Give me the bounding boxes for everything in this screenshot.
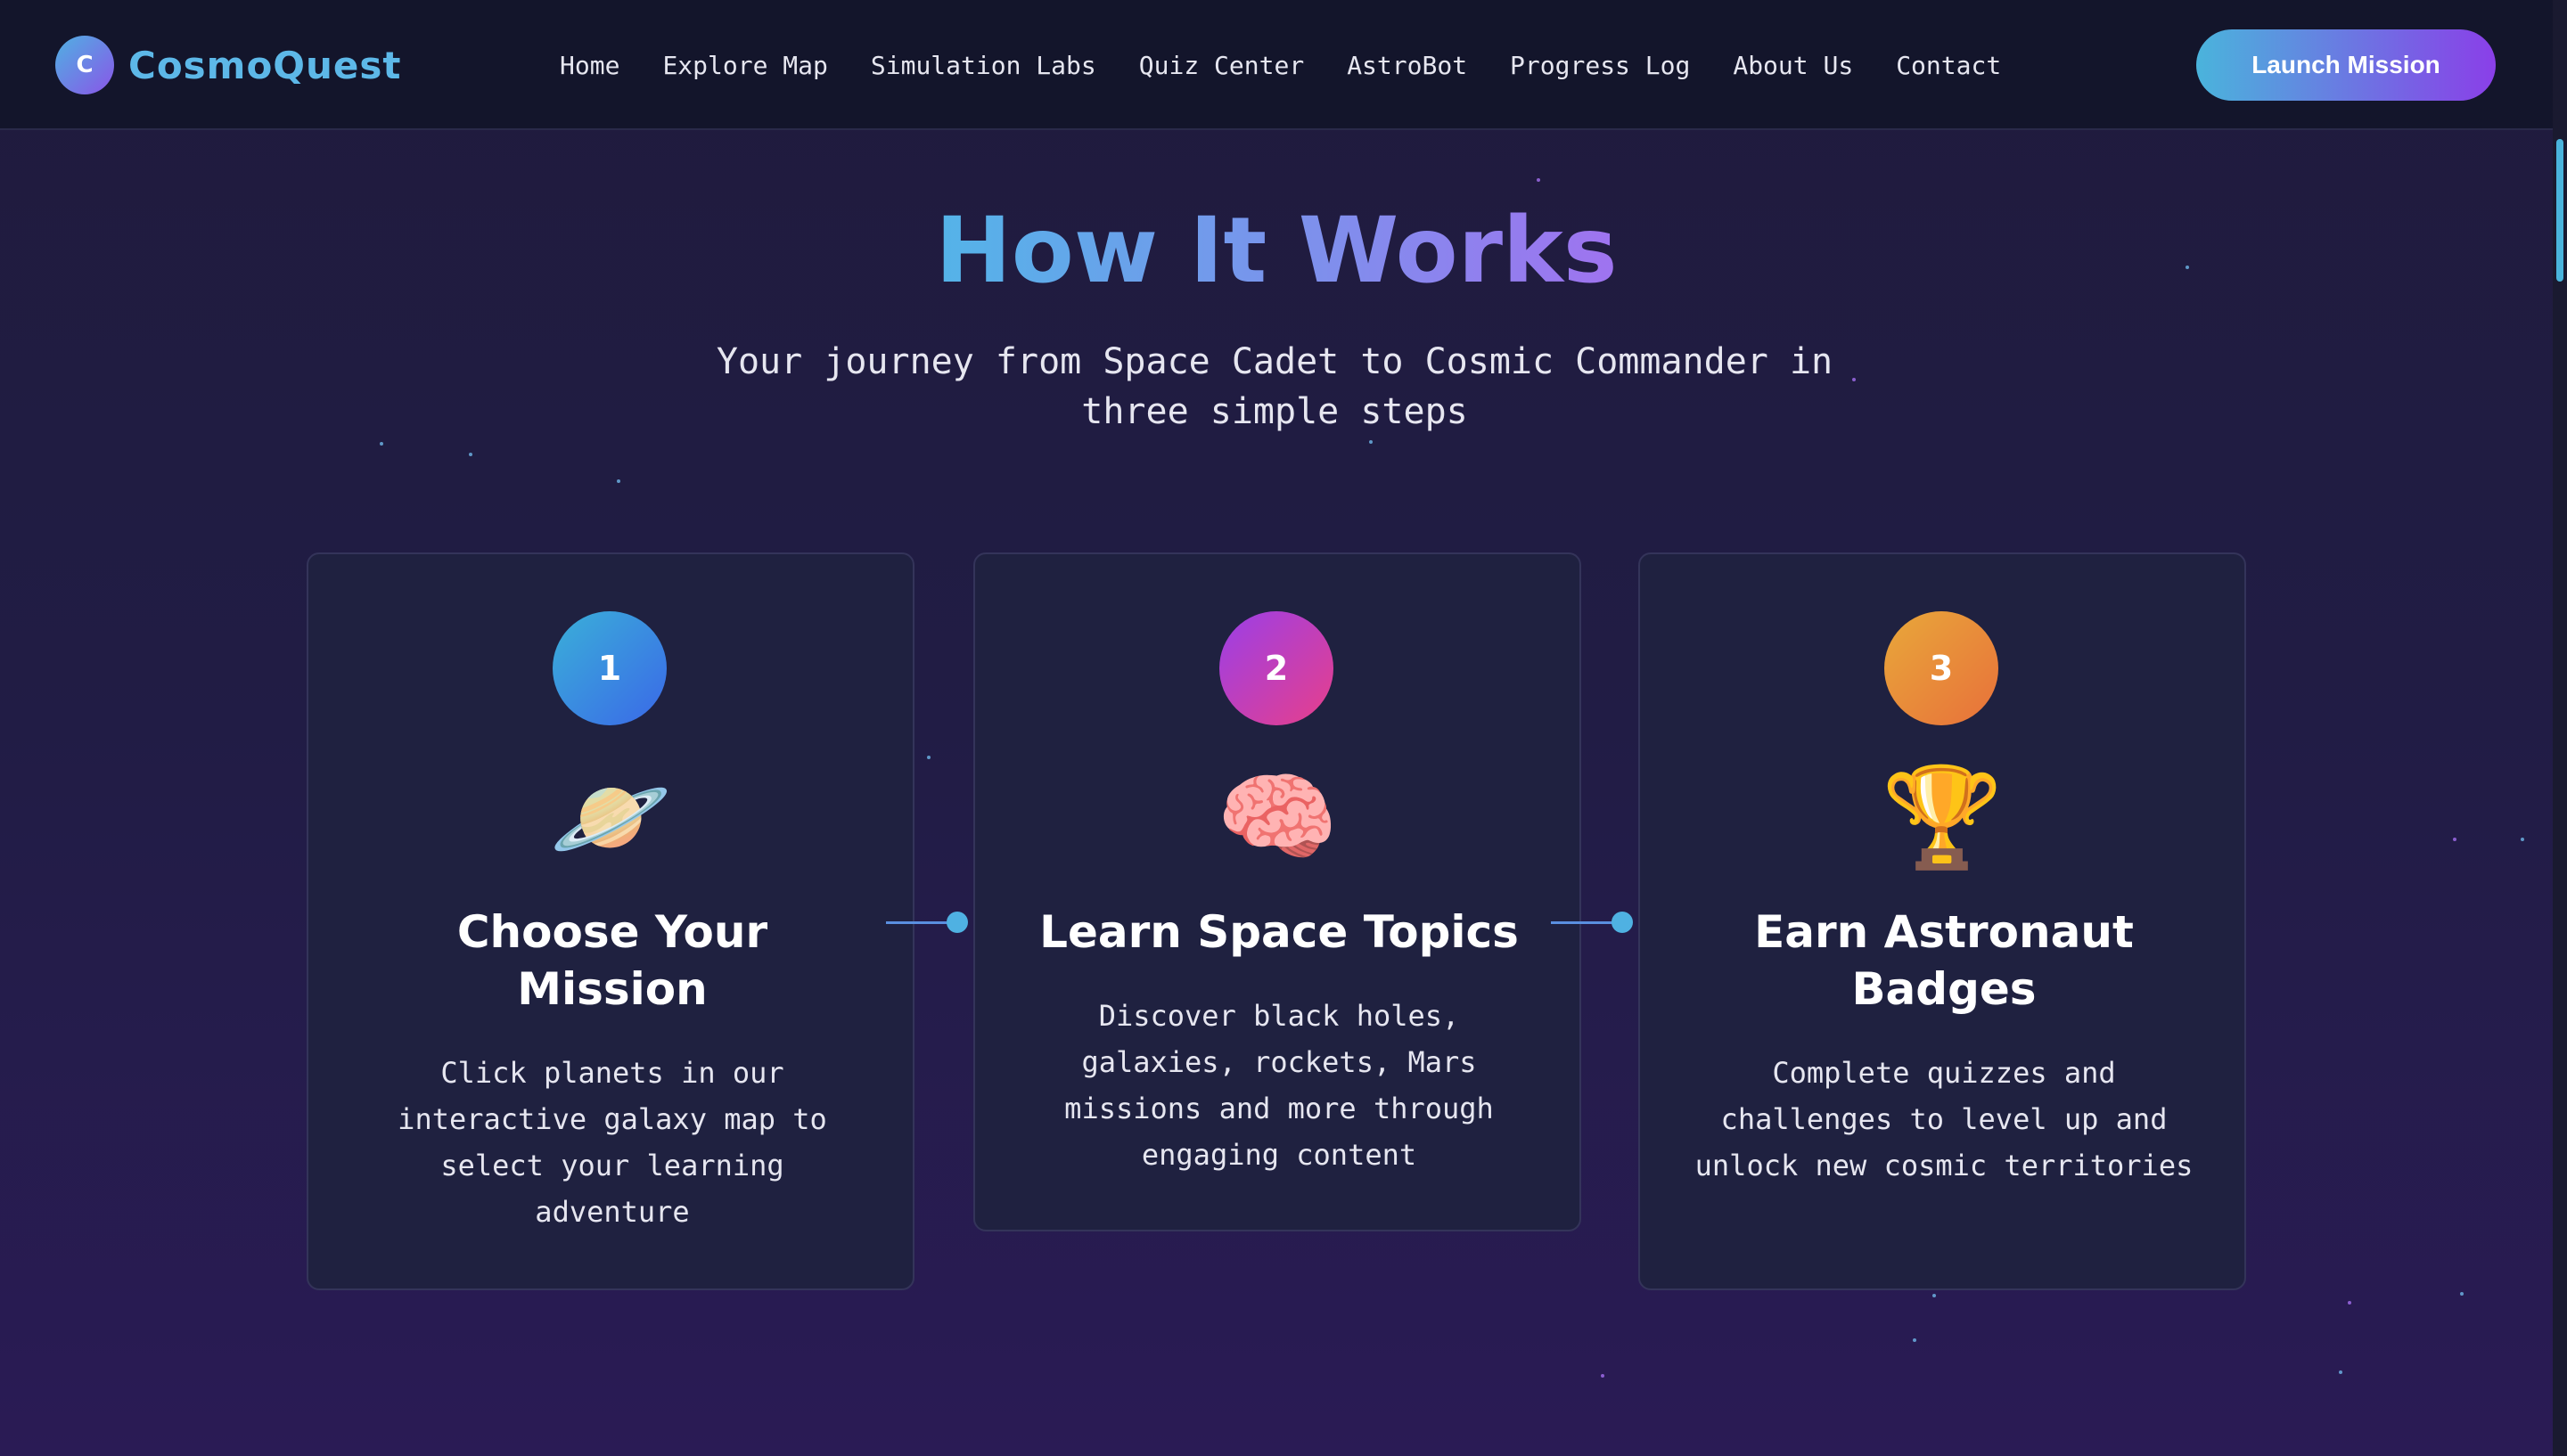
step-title: Learn Space Topics: [1039, 906, 1519, 958]
step-card-3: 3 🏆 Earn Astronaut Badges Complete quizz…: [1638, 552, 2246, 1290]
step-number-badge: 1: [553, 611, 667, 725]
step-description: Discover black holes, galaxies, rockets,…: [1064, 999, 1494, 1172]
step-title: Earn Astronaut Badges: [1754, 906, 2134, 1015]
brand-logo[interactable]: C CosmoQuest: [55, 36, 401, 94]
nav-link-simulation-labs[interactable]: Simulation Labs: [871, 51, 1096, 80]
nav-link-explore-map[interactable]: Explore Map: [662, 51, 827, 80]
step-description: Click planets in our interactive galaxy …: [398, 1056, 827, 1229]
step-connector: [1551, 912, 1633, 933]
connector-dot: [1612, 912, 1633, 933]
nav-link-progress-log[interactable]: Progress Log: [1510, 51, 1690, 80]
nav-link-contact[interactable]: Contact: [1896, 51, 2001, 80]
step-connector: [886, 912, 968, 933]
brand-name: CosmoQuest: [128, 43, 402, 87]
page-scrollbar[interactable]: [2553, 0, 2567, 1456]
nav-link-astrobot[interactable]: AstroBot: [1347, 51, 1467, 80]
ringed-planet-icon: 🪐: [549, 760, 672, 874]
trophy-icon: 🏆: [1881, 760, 2004, 874]
section-title: How It Works: [0, 198, 2553, 304]
step-card-1: 1 🪐 Choose Your Mission Click planets in…: [307, 552, 914, 1290]
nav-link-home[interactable]: Home: [560, 51, 619, 80]
step-title: Choose Your Mission: [456, 906, 768, 1015]
scrollbar-thumb[interactable]: [2556, 139, 2563, 282]
step-description: Complete quizzes and challenges to level…: [1694, 1056, 2194, 1182]
nav-link-about-us[interactable]: About Us: [1733, 51, 1853, 80]
step-number-badge: 3: [1884, 611, 1998, 725]
top-navbar: C CosmoQuest Home Explore Map Simulation…: [0, 0, 2553, 130]
brain-icon: 🧠: [1216, 760, 1339, 874]
section-subtitle: Your journey from Space Cadet to Cosmic …: [716, 341, 1833, 432]
nav-links: Home Explore Map Simulation Labs Quiz Ce…: [560, 0, 2044, 130]
nav-link-quiz-center[interactable]: Quiz Center: [1139, 51, 1304, 80]
connector-dot: [947, 912, 968, 933]
step-number-badge: 2: [1219, 611, 1333, 725]
launch-mission-button[interactable]: Launch Mission: [2196, 29, 2496, 101]
step-card-2: 2 🧠 Learn Space Topics Discover black ho…: [973, 552, 1581, 1231]
logo-badge: C: [55, 36, 114, 94]
